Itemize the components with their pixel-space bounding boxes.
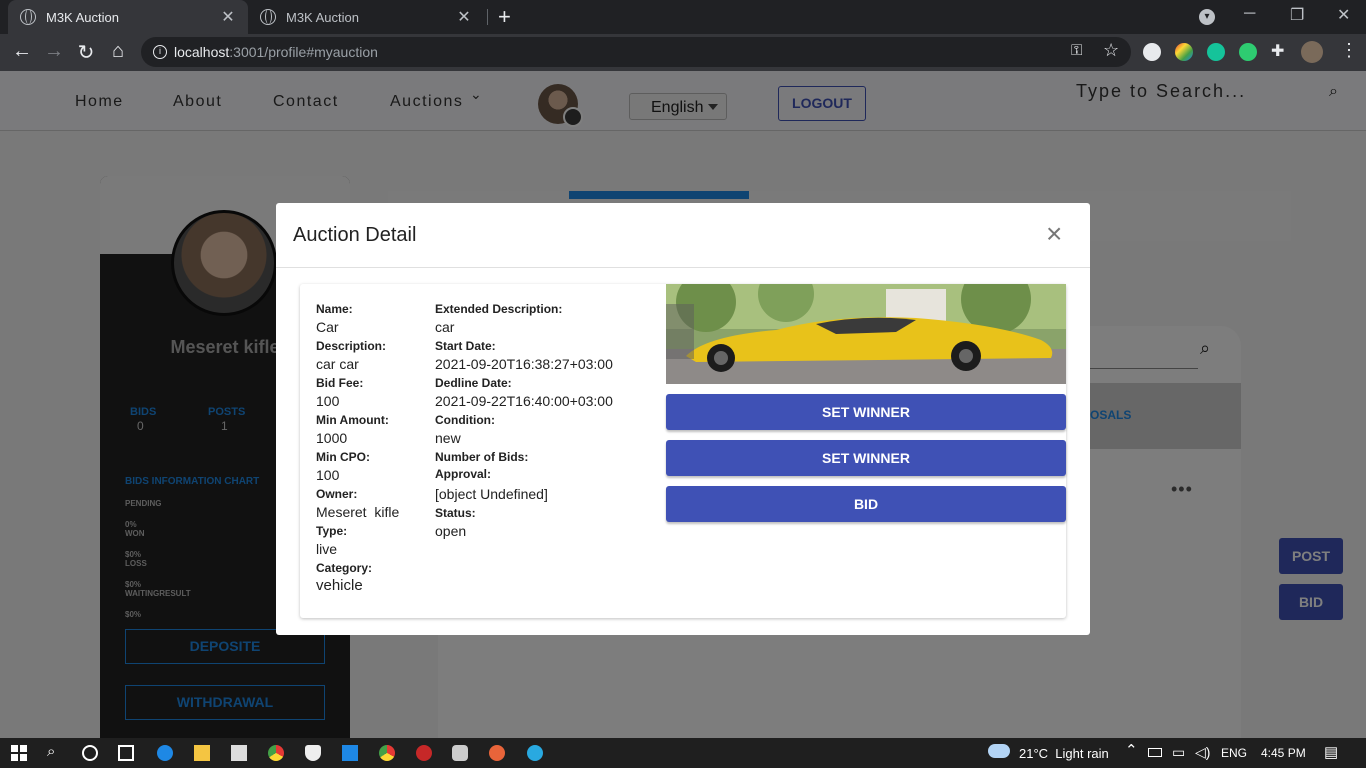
- condition-label: Condition:: [435, 413, 495, 427]
- close-icon[interactable]: ×: [1046, 220, 1062, 248]
- chrome-alt-icon[interactable]: [379, 745, 395, 761]
- info-icon[interactable]: i: [153, 45, 167, 59]
- new-tab-button[interactable]: +: [498, 4, 511, 30]
- min-amount-value: 1000: [316, 430, 348, 446]
- volume-icon[interactable]: ◁): [1195, 744, 1210, 761]
- puzzle-icon[interactable]: ✚: [1271, 41, 1289, 60]
- description-label: Description:: [316, 339, 387, 353]
- min-amount-label: Min Amount:: [316, 413, 389, 427]
- extended-description-label: Extended Description:: [435, 302, 563, 316]
- postman-icon[interactable]: [489, 745, 505, 761]
- browser-tab-inactive[interactable]: M3K Auction ✕: [248, 0, 484, 34]
- browser-tab-bar: M3K Auction ✕ M3K Auction ✕ + ▾ ─ ❐ ✕: [0, 0, 1366, 34]
- address-bar[interactable]: i localhost:3001/profile#myauction ⚿ ☆: [141, 37, 1131, 67]
- network-icon[interactable]: ▭: [1172, 744, 1185, 761]
- yellow-car-icon: [666, 284, 1066, 384]
- status-value: open: [435, 523, 467, 539]
- security-shield-icon[interactable]: [305, 745, 321, 761]
- weather-text[interactable]: 21°C Light rain: [1019, 746, 1109, 761]
- close-icon[interactable]: ✕: [220, 7, 236, 27]
- approval-value: [object Undefined]: [435, 486, 548, 502]
- file-explorer-icon[interactable]: [194, 745, 210, 761]
- extended-description-value: car: [435, 319, 455, 335]
- extension-color-icon[interactable]: [1175, 43, 1193, 61]
- key-icon[interactable]: ⚿: [1071, 42, 1082, 59]
- app-icon[interactable]: [416, 745, 432, 761]
- windows-taskbar: ⌕ 21°C Light rain ⌃ ▭ ◁) ENG 4:45 PM ▤: [0, 738, 1366, 768]
- extension-w-icon[interactable]: [1143, 43, 1161, 61]
- bid-button[interactable]: BID: [666, 486, 1066, 522]
- number-of-bids-label: Number of Bids:: [435, 450, 529, 464]
- cortana-icon[interactable]: [82, 745, 98, 761]
- auction-detail-modal: Auction Detail × Name: Car Description: …: [276, 203, 1090, 635]
- min-cpo-label: Min CPO:: [316, 450, 370, 464]
- home-icon[interactable]: ⌂: [106, 40, 130, 63]
- edge-icon[interactable]: [157, 745, 173, 761]
- type-label: Type:: [316, 524, 348, 538]
- clock-time[interactable]: 4:45 PM: [1261, 746, 1306, 760]
- grammarly-icon[interactable]: [1207, 43, 1225, 61]
- tab-separator: [487, 9, 488, 25]
- bookmark-star-icon[interactable]: ☆: [1103, 40, 1119, 61]
- start-date-label: Start Date:: [435, 339, 496, 353]
- windows-start-icon[interactable]: [11, 745, 27, 761]
- forward-icon[interactable]: →: [42, 40, 66, 63]
- condition-value: new: [435, 430, 461, 446]
- chrome-icon[interactable]: [268, 745, 284, 761]
- weather-cloud-icon[interactable]: [988, 744, 1010, 758]
- globe-icon: [20, 9, 36, 25]
- extension-circle-icon[interactable]: [1239, 43, 1257, 61]
- status-label: Status:: [435, 506, 476, 520]
- github-desktop-icon[interactable]: [452, 745, 468, 761]
- category-label: Category:: [316, 561, 373, 575]
- car-image: [666, 284, 1066, 384]
- telegram-icon[interactable]: [527, 745, 543, 761]
- name-value: Car: [316, 319, 339, 335]
- tab-title: M3K Auction: [286, 9, 359, 25]
- reload-icon[interactable]: ↻: [74, 40, 98, 65]
- input-language[interactable]: ENG: [1221, 746, 1247, 760]
- set-winner-button-2[interactable]: SET WINNER: [666, 440, 1066, 476]
- vscode-icon[interactable]: [342, 745, 358, 761]
- type-value: live: [316, 541, 338, 557]
- mail-icon[interactable]: [231, 745, 247, 761]
- modal-header: Auction Detail ×: [276, 203, 1090, 268]
- deadline-date-value: 2021-09-22T16:40:00+03:00: [435, 393, 613, 409]
- bid-fee-label: Bid Fee:: [316, 376, 364, 390]
- task-view-icon[interactable]: [118, 745, 134, 761]
- restore-icon[interactable]: ❐: [1290, 5, 1304, 25]
- window-close-icon[interactable]: ✕: [1337, 5, 1350, 25]
- min-cpo-value: 100: [316, 467, 340, 483]
- back-icon[interactable]: ←: [10, 40, 34, 63]
- globe-icon: [260, 9, 276, 25]
- notifications-icon[interactable]: ▤: [1324, 743, 1338, 761]
- close-icon[interactable]: ✕: [456, 7, 472, 27]
- auction-detail-card: Name: Car Description: car car Bid Fee: …: [300, 284, 1066, 618]
- url-text[interactable]: localhost:3001/profile#myauction: [174, 44, 378, 60]
- start-date-value: 2021-09-20T16:38:27+03:00: [435, 356, 613, 372]
- profile-avatar[interactable]: [1301, 41, 1323, 63]
- bid-fee-value: 100: [316, 393, 340, 409]
- set-winner-button[interactable]: SET WINNER: [666, 394, 1066, 430]
- minimize-icon[interactable]: ─: [1244, 5, 1255, 23]
- tab-title: M3K Auction: [46, 9, 119, 25]
- modal-title: Auction Detail: [293, 224, 417, 246]
- tab-search-icon[interactable]: ▾: [1199, 9, 1215, 25]
- name-label: Name:: [316, 302, 353, 316]
- category-value: vehicle: [316, 577, 363, 594]
- chevron-up-icon[interactable]: ⌃: [1125, 741, 1138, 759]
- deadline-date-label: Dedline Date:: [435, 376, 512, 390]
- browser-toolbar: ← → ↻ ⌂ i localhost:3001/profile#myaucti…: [0, 34, 1366, 71]
- browser-tab-active[interactable]: M3K Auction ✕: [8, 0, 248, 34]
- search-icon[interactable]: ⌕: [47, 743, 63, 760]
- page-content: Home About Contact Auctions ⌄ English LO…: [0, 71, 1366, 738]
- approval-label: Approval:: [435, 467, 492, 481]
- owner-value: Meseret kifle: [316, 504, 400, 520]
- menu-icon[interactable]: ⋮: [1340, 40, 1358, 61]
- battery-icon[interactable]: [1148, 748, 1162, 757]
- description-value: car car: [316, 356, 359, 372]
- owner-label: Owner:: [316, 487, 358, 501]
